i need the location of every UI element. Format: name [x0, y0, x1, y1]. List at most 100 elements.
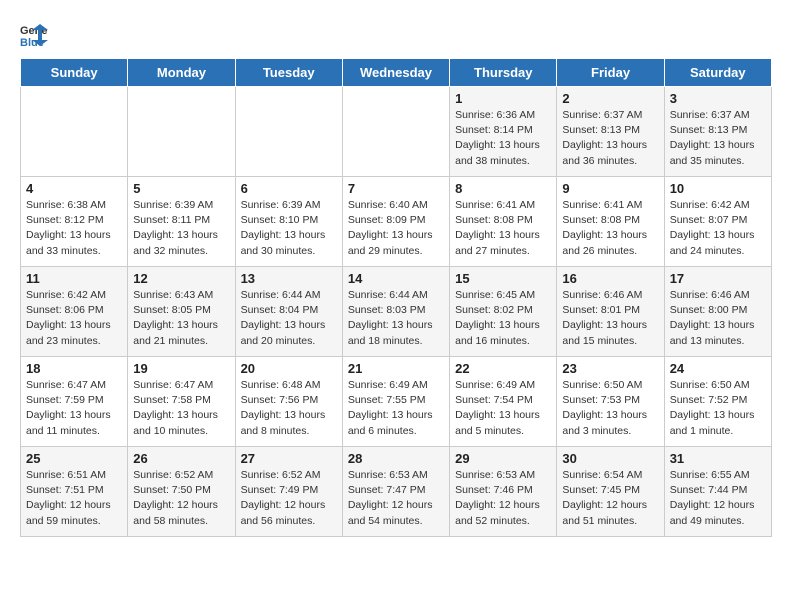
calendar-cell: 28Sunrise: 6:53 AMSunset: 7:47 PMDayligh…: [342, 447, 449, 537]
calendar-cell: 3 Sunrise: 6:37 AMSunset: 8:13 PMDaylight…: [664, 87, 771, 177]
week-row-1: 1Sunrise: 6:36 AMSunset: 8:14 PMDaylight…: [21, 87, 772, 177]
weekday-header-row: SundayMondayTuesdayWednesdayThursdayFrid…: [21, 59, 772, 87]
day-number: 10: [670, 181, 766, 196]
day-number: 12: [133, 271, 229, 286]
week-row-5: 25 Sunrise: 6:51 AMSunset: 7:51 PMDayligh…: [21, 447, 772, 537]
calendar-cell: 19 Sunrise: 6:47 AMSunset: 7:58 PMDayligh…: [128, 357, 235, 447]
day-info: Sunrise: 6:46 AMSunset: 8:00 PMDaylight:…: [670, 288, 766, 349]
weekday-header-thursday: Thursday: [450, 59, 557, 87]
day-info: Sunrise: 6:47 AMSunset: 7:58 PMDaylight:…: [133, 378, 229, 439]
calendar-cell: [342, 87, 449, 177]
day-number: 24: [670, 361, 766, 376]
day-info: Sunrise: 6:47 AMSunset: 7:59 PMDaylight:…: [26, 378, 122, 439]
calendar-cell: 27 Sunrise: 6:52 AMSunset: 7:49 PMDayligh…: [235, 447, 342, 537]
day-number: 22: [455, 361, 551, 376]
day-number: 17: [670, 271, 766, 286]
calendar-cell: 9 Sunrise: 6:41 AMSunset: 8:08 PMDaylight…: [557, 177, 664, 267]
weekday-header-monday: Monday: [128, 59, 235, 87]
day-info: Sunrise: 6:45 AMSunset: 8:02 PMDaylight:…: [455, 288, 551, 349]
day-info: Sunrise: 6:40 AMSunset: 8:09 PMDaylight:…: [348, 198, 444, 259]
day-number: 16: [562, 271, 658, 286]
day-number: 5: [133, 181, 229, 196]
calendar-cell: 26 Sunrise: 6:52 AMSunset: 7:50 PMDayligh…: [128, 447, 235, 537]
week-row-3: 11Sunrise: 6:42 AMSunset: 8:06 PMDayligh…: [21, 267, 772, 357]
weekday-header-wednesday: Wednesday: [342, 59, 449, 87]
day-number: 2: [562, 91, 658, 106]
day-info: Sunrise: 6:38 AMSunset: 8:12 PMDaylight:…: [26, 198, 122, 259]
day-number: 31: [670, 451, 766, 466]
day-number: 13: [241, 271, 337, 286]
day-info: Sunrise: 6:46 AMSunset: 8:01 PMDaylight:…: [562, 288, 658, 349]
day-info: Sunrise: 6:42 AMSunset: 8:06 PMDaylight:…: [26, 288, 122, 349]
day-info: Sunrise: 6:52 AMSunset: 7:49 PMDaylight:…: [241, 468, 337, 529]
day-number: 25: [26, 451, 122, 466]
calendar-cell: 14 Sunrise: 6:44 AMSunset: 8:03 PMDayligh…: [342, 267, 449, 357]
day-info: Sunrise: 6:41 AMSunset: 8:08 PMDaylight:…: [562, 198, 658, 259]
day-info: Sunrise: 6:39 AMSunset: 8:10 PMDaylight:…: [241, 198, 337, 259]
day-number: 18: [26, 361, 122, 376]
day-number: 6: [241, 181, 337, 196]
day-info: Sunrise: 6:41 AMSunset: 8:08 PMDaylight:…: [455, 198, 551, 259]
weekday-header-tuesday: Tuesday: [235, 59, 342, 87]
day-number: 1: [455, 91, 551, 106]
calendar-cell: 31 Sunrise: 6:55 AMSunset: 7:44 PMDayligh…: [664, 447, 771, 537]
day-info: Sunrise: 6:37 AMSunset: 8:13 PMDaylight:…: [670, 108, 766, 169]
day-number: 20: [241, 361, 337, 376]
day-info: Sunrise: 6:54 AMSunset: 7:45 PMDaylight:…: [562, 468, 658, 529]
calendar-cell: 18 Sunrise: 6:47 AMSunset: 7:59 PMDayligh…: [21, 357, 128, 447]
day-info: Sunrise: 6:42 AMSunset: 8:07 PMDaylight:…: [670, 198, 766, 259]
calendar-cell: 24Sunrise: 6:50 AMSunset: 7:52 PMDayligh…: [664, 357, 771, 447]
weekday-header-saturday: Saturday: [664, 59, 771, 87]
weekday-header-friday: Friday: [557, 59, 664, 87]
day-number: 30: [562, 451, 658, 466]
weekday-header-sunday: Sunday: [21, 59, 128, 87]
calendar-cell: 5Sunrise: 6:39 AMSunset: 8:11 PMDaylight…: [128, 177, 235, 267]
day-number: 19: [133, 361, 229, 376]
day-info: Sunrise: 6:44 AMSunset: 8:04 PMDaylight:…: [241, 288, 337, 349]
day-number: 27: [241, 451, 337, 466]
calendar-cell: [128, 87, 235, 177]
calendar-cell: 29 Sunrise: 6:53 AMSunset: 7:46 PMDayligh…: [450, 447, 557, 537]
day-info: Sunrise: 6:52 AMSunset: 7:50 PMDaylight:…: [133, 468, 229, 529]
calendar-cell: 2 Sunrise: 6:37 AMSunset: 8:13 PMDaylight…: [557, 87, 664, 177]
day-info: Sunrise: 6:53 AMSunset: 7:47 PMDaylight:…: [348, 468, 444, 529]
calendar-cell: 22Sunrise: 6:49 AMSunset: 7:54 PMDayligh…: [450, 357, 557, 447]
day-info: Sunrise: 6:49 AMSunset: 7:55 PMDaylight:…: [348, 378, 444, 439]
calendar-cell: 17 Sunrise: 6:46 AMSunset: 8:00 PMDayligh…: [664, 267, 771, 357]
calendar-cell: 10 Sunrise: 6:42 AMSunset: 8:07 PMDayligh…: [664, 177, 771, 267]
day-number: 7: [348, 181, 444, 196]
day-number: 8: [455, 181, 551, 196]
calendar-cell: [235, 87, 342, 177]
day-info: Sunrise: 6:51 AMSunset: 7:51 PMDaylight:…: [26, 468, 122, 529]
week-row-2: 4 Sunrise: 6:38 AMSunset: 8:12 PMDaylight…: [21, 177, 772, 267]
calendar-cell: 16 Sunrise: 6:46 AMSunset: 8:01 PMDayligh…: [557, 267, 664, 357]
day-number: 21: [348, 361, 444, 376]
calendar-cell: 21 Sunrise: 6:49 AMSunset: 7:55 PMDayligh…: [342, 357, 449, 447]
week-row-4: 18 Sunrise: 6:47 AMSunset: 7:59 PMDayligh…: [21, 357, 772, 447]
calendar-cell: 11Sunrise: 6:42 AMSunset: 8:06 PMDayligh…: [21, 267, 128, 357]
calendar-table: SundayMondayTuesdayWednesdayThursdayFrid…: [20, 58, 772, 537]
calendar-cell: [21, 87, 128, 177]
day-info: Sunrise: 6:53 AMSunset: 7:46 PMDaylight:…: [455, 468, 551, 529]
calendar-cell: 25 Sunrise: 6:51 AMSunset: 7:51 PMDayligh…: [21, 447, 128, 537]
calendar-cell: 20 Sunrise: 6:48 AMSunset: 7:56 PMDayligh…: [235, 357, 342, 447]
day-info: Sunrise: 6:43 AMSunset: 8:05 PMDaylight:…: [133, 288, 229, 349]
day-number: 3: [670, 91, 766, 106]
day-number: 14: [348, 271, 444, 286]
day-number: 15: [455, 271, 551, 286]
day-number: 4: [26, 181, 122, 196]
logo-icon: General Blue: [20, 20, 48, 48]
calendar-cell: 1Sunrise: 6:36 AMSunset: 8:14 PMDaylight…: [450, 87, 557, 177]
day-info: Sunrise: 6:55 AMSunset: 7:44 PMDaylight:…: [670, 468, 766, 529]
day-info: Sunrise: 6:44 AMSunset: 8:03 PMDaylight:…: [348, 288, 444, 349]
day-info: Sunrise: 6:37 AMSunset: 8:13 PMDaylight:…: [562, 108, 658, 169]
day-info: Sunrise: 6:48 AMSunset: 7:56 PMDaylight:…: [241, 378, 337, 439]
calendar-cell: 4 Sunrise: 6:38 AMSunset: 8:12 PMDaylight…: [21, 177, 128, 267]
day-number: 9: [562, 181, 658, 196]
calendar-cell: 6 Sunrise: 6:39 AMSunset: 8:10 PMDaylight…: [235, 177, 342, 267]
day-number: 26: [133, 451, 229, 466]
calendar-cell: 30 Sunrise: 6:54 AMSunset: 7:45 PMDayligh…: [557, 447, 664, 537]
day-number: 29: [455, 451, 551, 466]
calendar-cell: 15 Sunrise: 6:45 AMSunset: 8:02 PMDayligh…: [450, 267, 557, 357]
calendar-cell: 8 Sunrise: 6:41 AMSunset: 8:08 PMDaylight…: [450, 177, 557, 267]
